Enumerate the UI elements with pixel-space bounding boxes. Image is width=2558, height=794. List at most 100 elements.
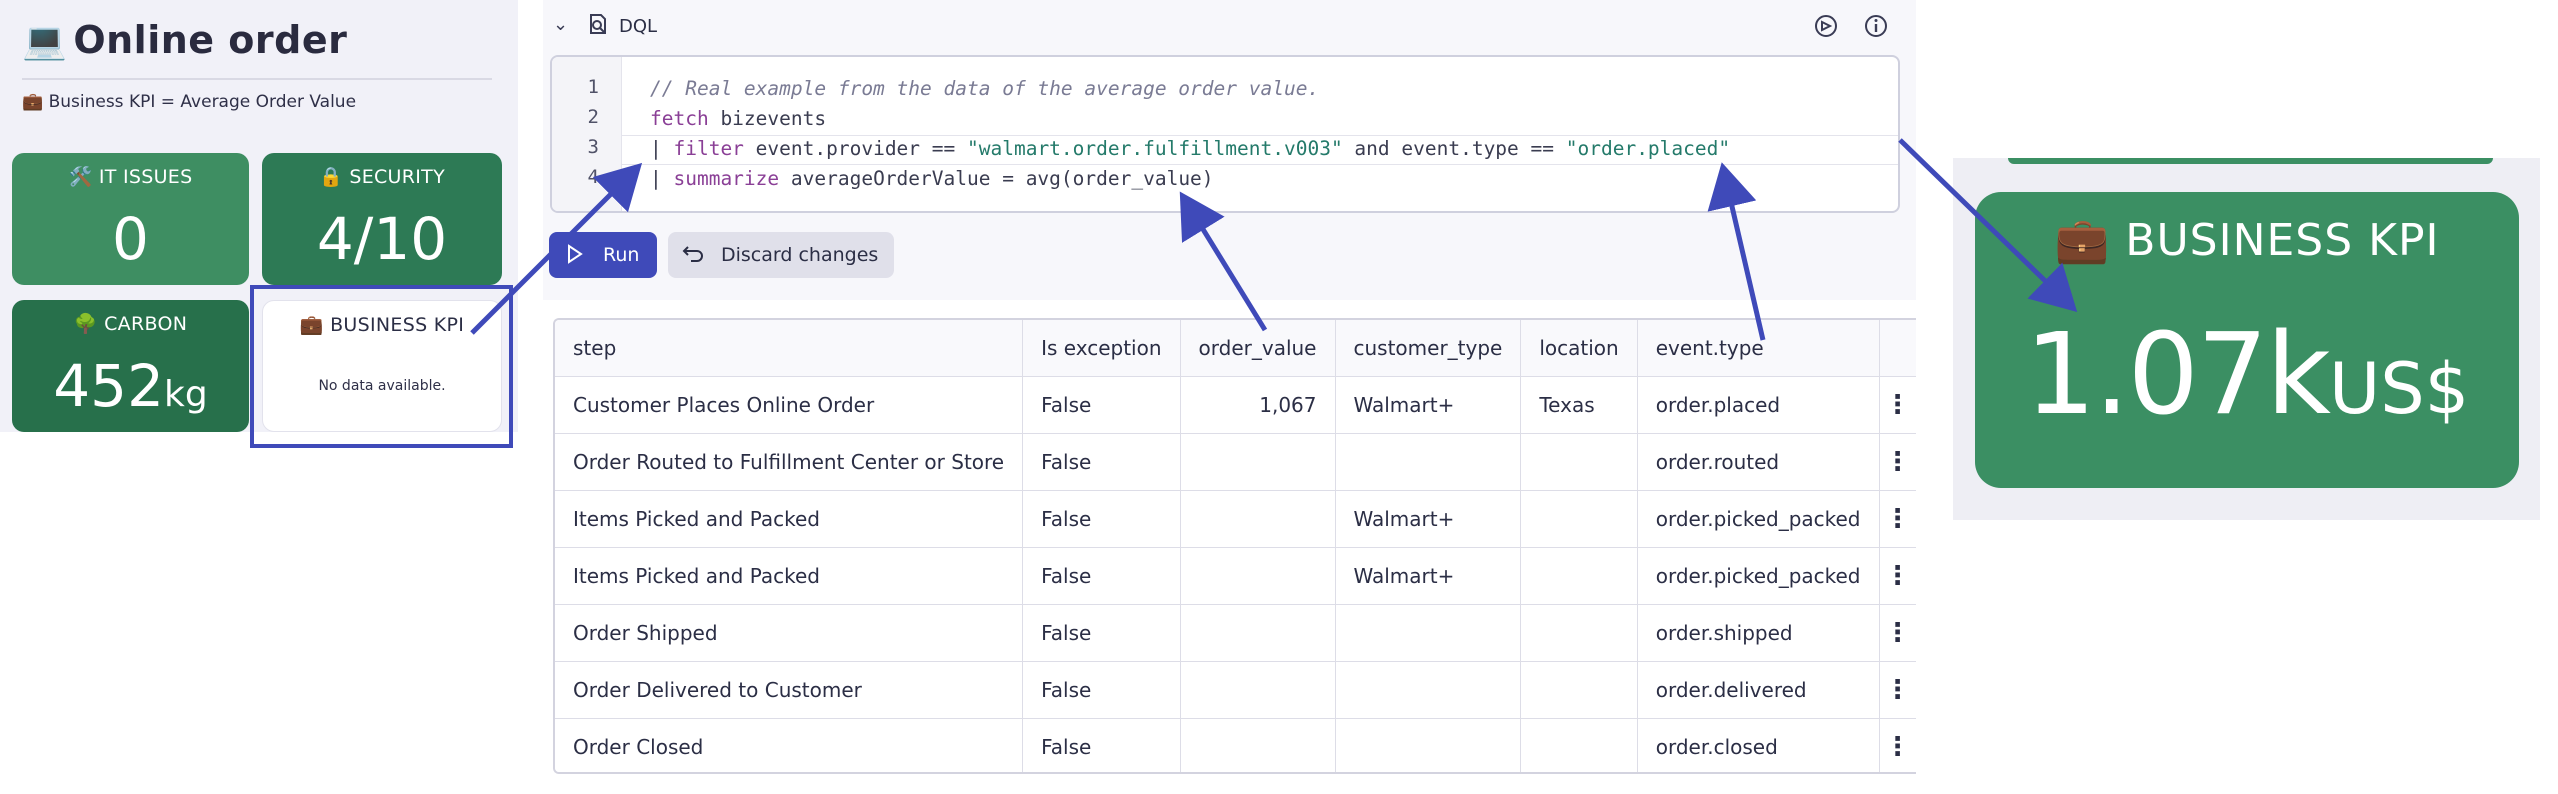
cell-customer-type (1335, 661, 1522, 719)
tile-value-number: 452 (53, 352, 164, 420)
code-line-1: // Real example from the data of the ave… (650, 77, 1319, 100)
code-line-4: | summarize averageOrderValue = avg(orde… (650, 167, 1214, 190)
row-menu-icon[interactable]: ⋮ (1879, 490, 1916, 548)
column-header-step[interactable]: step (555, 320, 1024, 377)
code-keyword: fetch (650, 107, 709, 130)
cell-step: Order Shipped (555, 604, 1024, 662)
cell-order-value (1180, 547, 1336, 605)
discard-changes-button[interactable]: Discard changes (668, 232, 894, 278)
zoom-tile-top-edge (2008, 158, 2493, 164)
code-string: "walmart.order.fulfillment.v003" (967, 137, 1343, 160)
cell-event-type: order.routed (1637, 433, 1880, 491)
row-menu-icon[interactable]: ⋮ (1879, 718, 1916, 772)
briefcase-icon: 💼 (22, 92, 44, 112)
cell-is-exception: False (1022, 604, 1181, 662)
cell-location (1520, 604, 1638, 662)
cell-customer-type (1335, 718, 1522, 772)
code-text: bizevents (708, 107, 827, 130)
info-icon[interactable] (1863, 13, 1889, 39)
cell-customer-type: Walmart+ (1335, 547, 1522, 605)
code-pipe: | (650, 167, 674, 190)
laptop-icon: 💻 (22, 21, 68, 62)
cell-customer-type (1335, 433, 1522, 491)
table-row[interactable]: Order Delivered to Customer False order.… (555, 661, 1916, 719)
cell-order-value (1180, 490, 1336, 548)
row-menu-icon[interactable]: ⋮ (1879, 547, 1916, 605)
tile-security[interactable]: 🔒 SECURITY 4/10 (262, 153, 502, 285)
column-header-customer-type[interactable]: customer_type (1335, 320, 1522, 377)
cell-event-type: order.shipped (1637, 604, 1880, 662)
cell-event-type: order.delivered (1637, 661, 1880, 719)
cell-location (1520, 490, 1638, 548)
code-text: event.provider == (743, 137, 967, 160)
tile-value: 452kg (12, 352, 249, 420)
table-row[interactable]: Order Closed False order.closed ⋮ (555, 718, 1916, 772)
tile-label: 🔒 SECURITY (262, 165, 502, 188)
code-pipe: | (650, 137, 674, 160)
line-number-gutter: 1 2 3 4 (552, 57, 622, 211)
column-header-order-value[interactable]: order_value (1180, 320, 1336, 377)
line-number: 1 (587, 76, 599, 98)
cell-order-value (1180, 661, 1336, 719)
zoom-kpi-value: 1.07kUS$ (1975, 310, 2519, 440)
cell-event-type: order.placed (1637, 376, 1880, 434)
cell-step: Items Picked and Packed (555, 547, 1024, 605)
cell-order-value (1180, 433, 1336, 491)
discard-changes-label: Discard changes (721, 244, 879, 266)
table-row[interactable]: Items Picked and Packed False Walmart+ o… (555, 547, 1916, 605)
column-header-is-exception[interactable]: Is exception (1022, 320, 1181, 377)
kpi-highlight-box (250, 285, 513, 448)
dashboard-subtitle: 💼 Business KPI = Average Order Value (22, 92, 356, 112)
cell-location (1520, 718, 1638, 772)
table-row[interactable]: Customer Places Online Order False 1,067… (555, 376, 1916, 434)
lock-icon: 🔒 (319, 166, 343, 188)
cell-customer-type: Walmart+ (1335, 490, 1522, 548)
code-string: "order.placed" (1565, 137, 1731, 160)
cell-event-type: order.picked_packed (1637, 547, 1880, 605)
chevron-down-icon[interactable]: ⌄ (553, 14, 568, 35)
tile-value-unit: kg (164, 374, 208, 415)
cell-location (1520, 433, 1638, 491)
divider (22, 78, 492, 80)
row-menu-icon[interactable]: ⋮ (1879, 604, 1916, 662)
cell-step: Order Delivered to Customer (555, 661, 1024, 719)
cell-location: Texas (1520, 376, 1638, 434)
row-menu-icon[interactable]: ⋮ (1879, 376, 1916, 434)
column-header-actions (1879, 320, 1916, 377)
zoomed-business-kpi-tile: 💼 BUSINESS KPI 1.07kUS$ (1975, 192, 2519, 488)
row-menu-icon[interactable]: ⋮ (1879, 433, 1916, 491)
row-menu-icon[interactable]: ⋮ (1879, 661, 1916, 719)
cell-customer-type: Walmart+ (1335, 376, 1522, 434)
tile-label-text: CARBON (104, 313, 188, 335)
dashboard-title-text: Online order (73, 18, 348, 62)
dql-code-editor[interactable]: 1 2 3 4 // Real example from the data of… (550, 55, 1900, 213)
cell-customer-type (1335, 604, 1522, 662)
cell-is-exception: False (1022, 661, 1181, 719)
cell-order-value (1180, 718, 1336, 772)
cell-step: Customer Places Online Order (555, 376, 1024, 434)
table-row[interactable]: Order Routed to Fulfillment Center or St… (555, 433, 1916, 491)
cell-order-value (1180, 604, 1336, 662)
cell-event-type: order.picked_packed (1637, 490, 1880, 548)
table-row[interactable]: Order Shipped False order.shipped ⋮ (555, 604, 1916, 662)
run-button[interactable]: Run (549, 232, 657, 278)
code-keyword: summarize (673, 167, 780, 190)
tile-it-issues[interactable]: 🛠️ IT ISSUES 0 (12, 153, 249, 285)
code-text: and event.type == (1342, 137, 1566, 160)
column-header-event-type[interactable]: event.type (1637, 320, 1880, 377)
tile-carbon[interactable]: 🌳 CARBON 452kg (12, 300, 249, 432)
tile-label: 🛠️ IT ISSUES (12, 165, 249, 188)
cell-step: Order Routed to Fulfillment Center or St… (555, 433, 1024, 491)
cell-order-value: 1,067 (1180, 376, 1336, 434)
zoom-kpi-unit: US$ (2329, 348, 2470, 430)
cell-step: Order Closed (555, 718, 1024, 772)
column-header-location[interactable]: location (1520, 320, 1638, 377)
run-button-label: Run (603, 244, 640, 266)
table-row[interactable]: Items Picked and Packed False Walmart+ o… (555, 490, 1916, 548)
code-text: averageOrderValue = avg(order_value) (779, 167, 1214, 190)
code-line-3: | filter event.provider == "walmart.orde… (650, 137, 1730, 160)
tile-value: 4/10 (316, 205, 448, 273)
tile-label: 🌳 CARBON (12, 312, 249, 335)
cell-event-type: order.closed (1637, 718, 1880, 772)
copilot-icon[interactable] (1813, 13, 1839, 39)
